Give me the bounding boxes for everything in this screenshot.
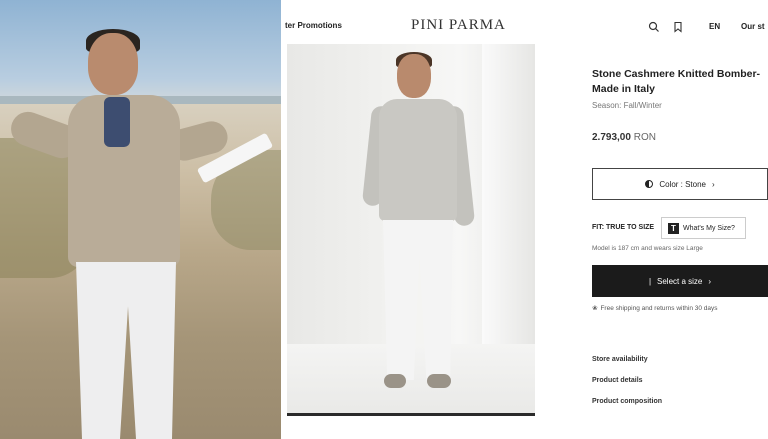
accordion-store-availability[interactable]: Store availability <box>592 356 648 363</box>
site-logo[interactable]: PINI PARMA <box>411 17 506 34</box>
sky <box>0 0 281 98</box>
product-title-line: Stone Cashmere Knitted Bomber- <box>592 68 761 80</box>
model-shoe <box>384 374 406 388</box>
chevron-right-icon: › <box>708 276 712 286</box>
product-page: ter Promotions PINI PARMA EN Our st Ston… <box>281 0 768 439</box>
color-selector-label: Color : Stone <box>659 179 707 189</box>
product-title: Stone Cashmere Knitted Bomber- Made in I… <box>592 67 768 97</box>
accordion-product-details[interactable]: Product details <box>592 377 643 384</box>
product-details-panel: Stone Cashmere Knitted Bomber- Made in I… <box>592 0 768 439</box>
color-swatch-icon <box>645 180 654 188</box>
product-price: 2.793,00 RON <box>592 132 656 143</box>
product-season: Season: Fall/Winter <box>592 101 662 110</box>
price-currency: RON <box>633 132 656 143</box>
size-guide-icon: T <box>668 222 679 234</box>
presenter-scarf <box>104 97 130 147</box>
price-amount: 2.793,00 <box>592 132 631 143</box>
size-guide-button[interactable]: T What's My Size? <box>661 217 746 239</box>
model-head <box>397 54 431 98</box>
shipping-note-text: Free shipping and returns within 30 days <box>600 304 718 312</box>
image-divider <box>287 413 535 416</box>
shipping-note: ❀ Free shipping and returns within 30 da… <box>592 304 718 313</box>
color-selector-button[interactable]: Color : Stone › <box>592 168 768 200</box>
nav-link-promotions[interactable]: ter Promotions <box>285 21 342 30</box>
chevron-right-icon: › <box>712 179 715 189</box>
select-size-label: Select a size <box>657 276 703 286</box>
presenter-video-frame <box>0 0 281 439</box>
model-shoe <box>427 374 451 388</box>
presenter-head <box>88 33 138 95</box>
size-guide-label: What's My Size? <box>683 224 735 232</box>
shipping-icon: ❀ <box>592 305 598 312</box>
accordion-product-composition[interactable]: Product composition <box>592 398 662 405</box>
fit-label: FIT: TRUE TO SIZE <box>592 224 655 231</box>
product-image[interactable] <box>287 44 535 416</box>
model-jacket <box>379 99 457 221</box>
product-title-line: Made in Italy <box>592 83 656 95</box>
select-size-button[interactable]: | Select a size › <box>592 265 768 297</box>
model-size-note: Model is 187 cm and wears size Large <box>592 245 703 252</box>
divider-icon: | <box>648 276 652 286</box>
